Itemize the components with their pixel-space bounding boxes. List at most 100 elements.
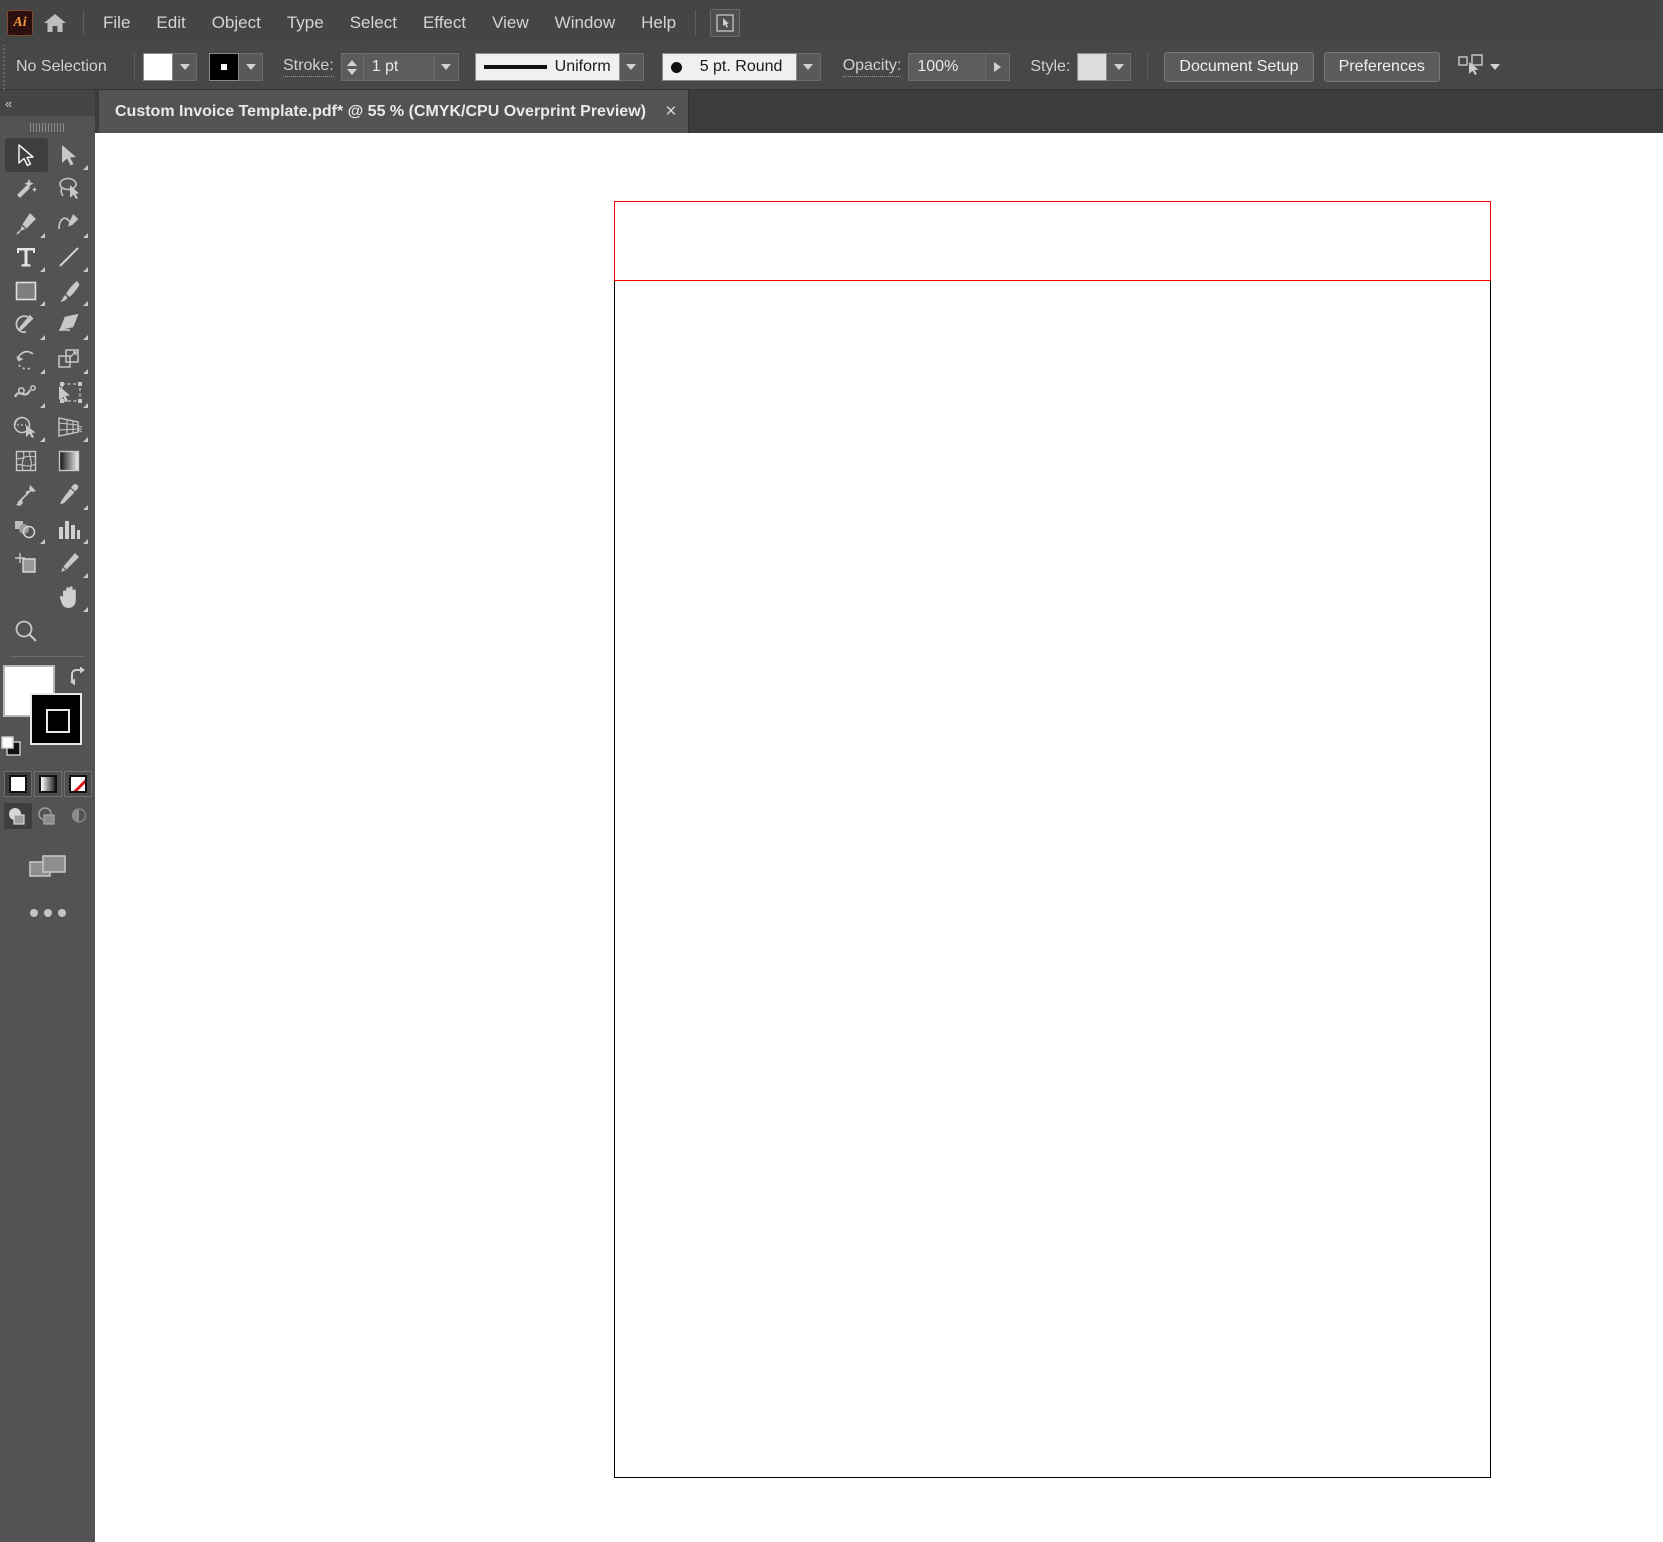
menu-item-object[interactable]: Object [199,9,274,37]
stroke-color-control[interactable] [209,53,263,81]
menu-item-window[interactable]: Window [542,9,628,37]
stepper-up-icon[interactable] [347,59,358,66]
stroke-weight-dropdown[interactable] [434,53,459,81]
chevron-down-icon [441,64,452,70]
menu-divider-right [695,9,697,36]
hand-tool[interactable] [48,580,91,614]
graphic-style-control[interactable] [1077,53,1132,81]
chevron-down-icon [626,64,637,70]
opacity-label[interactable]: Opacity: [842,57,902,77]
stroke-profile-control[interactable]: Uniform [474,53,620,81]
draw-inside-button[interactable] [64,803,92,829]
selection-tool[interactable] [4,138,48,172]
align-to-selection-icon[interactable] [1458,53,1484,81]
column-graph-tool[interactable] [48,512,91,546]
menu-item-edit[interactable]: Edit [143,9,198,37]
eraser-tool[interactable] [48,308,91,342]
illustrator-logo-icon: Ai [7,9,33,36]
fill-swatch-dropdown[interactable] [173,53,197,81]
none-mode-button[interactable] [63,771,92,797]
magic-wand-tool[interactable] [5,172,48,206]
artboard[interactable] [614,201,1491,1478]
shaper-tool[interactable] [5,308,48,342]
gradient-mode-button[interactable] [33,771,62,797]
selected-path-bounds[interactable] [614,201,1491,281]
style-label: Style: [1030,57,1071,75]
slice-tool[interactable] [48,546,91,580]
control-bar-grip[interactable] [0,44,10,90]
brush-definition-dropdown[interactable] [796,53,821,81]
scale-tool[interactable] [48,342,91,376]
rotate-tool[interactable] [5,342,48,376]
stroke-weight-stepper[interactable] [340,53,363,81]
tool-grid [0,138,95,648]
eyedropper-tool[interactable] [48,478,91,512]
stroke-weight-input[interactable]: 1 pt [362,53,435,81]
opacity-input[interactable]: 100% [908,53,987,81]
mesh-tool[interactable] [5,444,48,478]
document-tab[interactable]: Custom Invoice Template.pdf* @ 55 % (CMY… [99,90,689,133]
menu-item-help[interactable]: Help [628,9,689,37]
align-dropdown-chevron-down-icon[interactable] [1489,64,1500,70]
change-screen-mode-icon[interactable] [0,851,95,883]
stroke-color-swatch[interactable] [209,53,239,81]
menu-item-view[interactable]: View [479,9,542,37]
brush-definition-control[interactable]: 5 pt. Round [661,53,797,81]
solid-color-icon [8,775,27,793]
close-icon[interactable]: × [654,90,688,133]
edit-toolbar-icon[interactable] [0,909,95,917]
free-transform-tool[interactable] [48,376,91,410]
swap-fill-stroke-icon[interactable] [67,665,89,692]
selection-status-label: No Selection [16,58,107,75]
curvature-tool[interactable] [48,206,91,240]
menu-item-effect[interactable]: Effect [410,9,479,37]
artboard-tool[interactable] [5,546,48,580]
color-mode-button[interactable] [3,771,32,797]
shape-builder-tool[interactable] [5,410,48,444]
width-tool[interactable] [5,376,48,410]
home-icon[interactable] [33,0,77,45]
chevron-right-icon [994,62,1002,72]
document-tab-title: Custom Invoice Template.pdf* @ 55 % (CMY… [115,102,646,120]
menu-item-file[interactable]: File [90,9,143,37]
draw-behind-button[interactable] [34,803,62,829]
blend-tool[interactable] [5,478,48,512]
draw-normal-button[interactable] [3,803,32,829]
line-segment-tool[interactable] [48,240,91,274]
stroke-swatch-dropdown[interactable] [239,53,263,81]
zoom-tool[interactable] [5,614,48,648]
brush-definition-label: 5 pt. Round [699,58,783,75]
perspective-grid-tool[interactable] [48,410,91,444]
collapse-panel-button[interactable]: « [0,90,95,116]
type-tool[interactable] [5,240,48,274]
cb-divider-1 [134,53,135,81]
fill-color-swatch[interactable] [143,53,173,81]
menu-item-select[interactable]: Select [337,9,410,37]
gradient-tool[interactable] [48,444,91,478]
rectangle-tool[interactable] [5,274,48,308]
preferences-button[interactable]: Preferences [1323,52,1440,82]
graphic-style-swatch[interactable] [1077,53,1108,81]
default-fill-stroke-icon[interactable] [0,735,22,757]
stroke-swatch[interactable] [30,693,82,745]
pen-tool[interactable] [5,206,48,240]
opacity-panel-button[interactable] [986,53,1011,81]
tools-panel-grip[interactable] [0,116,95,138]
lasso-tool[interactable] [48,172,91,206]
symbol-sprayer-tool[interactable] [5,512,48,546]
control-bar: No Selection Stroke: 1 pt Uniform 5 pt. … [0,44,1663,90]
fill-color-control[interactable] [143,53,197,81]
stepper-down-icon[interactable] [347,68,358,75]
stroke-profile-dropdown[interactable] [619,53,644,81]
stepper-arrows[interactable] [344,53,360,81]
graphic-style-dropdown[interactable] [1107,53,1132,81]
stroke-weight-label[interactable]: Stroke: [283,57,334,77]
touch-type-mode-icon[interactable] [710,8,741,37]
document-setup-button[interactable]: Document Setup [1164,52,1314,82]
canvas-area[interactable] [95,133,1663,1542]
paintbrush-tool[interactable] [48,274,91,308]
chevron-down-icon [803,64,814,70]
direct-selection-tool[interactable] [48,138,91,172]
cb-divider-2 [1147,53,1149,81]
menu-item-type[interactable]: Type [274,9,337,37]
